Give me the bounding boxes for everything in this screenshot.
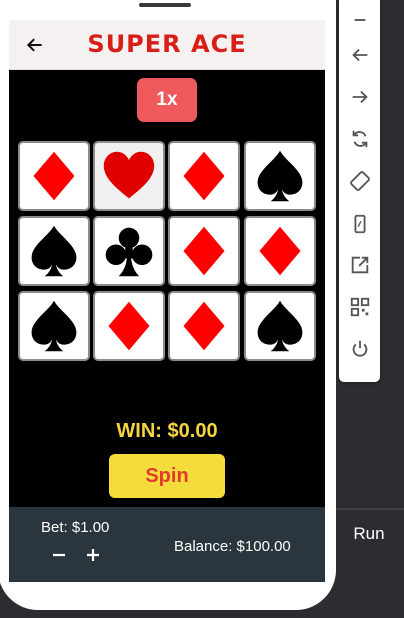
page-title: SUPER ACE bbox=[87, 30, 247, 58]
open-external-icon[interactable] bbox=[339, 250, 380, 280]
reel-cell bbox=[244, 216, 316, 286]
bet-amount: Bet: $1.00 bbox=[41, 519, 110, 536]
minus-icon bbox=[53, 553, 65, 557]
diamond-icon bbox=[176, 223, 232, 279]
reel-cell bbox=[18, 216, 90, 286]
reel-cell bbox=[18, 291, 90, 361]
app-bar: SUPER ACE bbox=[9, 20, 325, 70]
minimize-icon[interactable] bbox=[339, 5, 380, 35]
back-arrow-icon[interactable] bbox=[339, 40, 380, 70]
spin-button[interactable]: Spin bbox=[109, 454, 225, 498]
reel-cell bbox=[168, 291, 240, 361]
forward-arrow-icon[interactable] bbox=[339, 82, 380, 112]
bet-footer: Bet: $1.00 Balance: $100.00 bbox=[9, 507, 325, 582]
balance-amount: Balance: $100.00 bbox=[174, 538, 291, 555]
decrease-bet-button[interactable] bbox=[47, 543, 71, 567]
reel-cell bbox=[93, 216, 165, 286]
run-button[interactable]: Run bbox=[340, 524, 398, 544]
device-icon[interactable] bbox=[339, 209, 380, 239]
reel-cell bbox=[18, 141, 90, 211]
diamond-icon bbox=[101, 298, 157, 354]
ide-divider bbox=[334, 508, 404, 510]
spade-icon bbox=[26, 298, 82, 354]
speaker-notch bbox=[139, 3, 191, 7]
heart-icon bbox=[101, 148, 157, 204]
reel-cell bbox=[168, 216, 240, 286]
reel-cell bbox=[244, 141, 316, 211]
diamond-icon bbox=[252, 223, 308, 279]
rotate-device-icon[interactable] bbox=[339, 166, 380, 196]
multiplier-badge: 1x bbox=[137, 78, 197, 122]
increase-bet-button[interactable] bbox=[81, 543, 105, 567]
diamond-icon bbox=[176, 298, 232, 354]
emulator-toolbar bbox=[339, 0, 380, 382]
power-icon[interactable] bbox=[339, 334, 380, 364]
win-amount: WIN: $0.00 bbox=[116, 420, 218, 442]
phone-frame: SUPER ACE 1x WIN: $0.00 Spin Bet: $1.00 … bbox=[0, 0, 336, 610]
diamond-icon bbox=[26, 148, 82, 204]
reel-cell bbox=[93, 141, 165, 211]
reel-cell bbox=[244, 291, 316, 361]
club-icon bbox=[101, 223, 157, 279]
app-screen: SUPER ACE 1x WIN: $0.00 Spin Bet: $1.00 … bbox=[9, 20, 325, 582]
spade-icon bbox=[252, 298, 308, 354]
spade-icon bbox=[252, 148, 308, 204]
reel-cell bbox=[168, 141, 240, 211]
plus-icon bbox=[87, 549, 99, 561]
qr-code-icon[interactable] bbox=[339, 292, 380, 322]
diamond-icon bbox=[176, 148, 232, 204]
reel-cell bbox=[93, 291, 165, 361]
rotate-icon[interactable] bbox=[339, 124, 380, 154]
spade-icon bbox=[26, 223, 82, 279]
